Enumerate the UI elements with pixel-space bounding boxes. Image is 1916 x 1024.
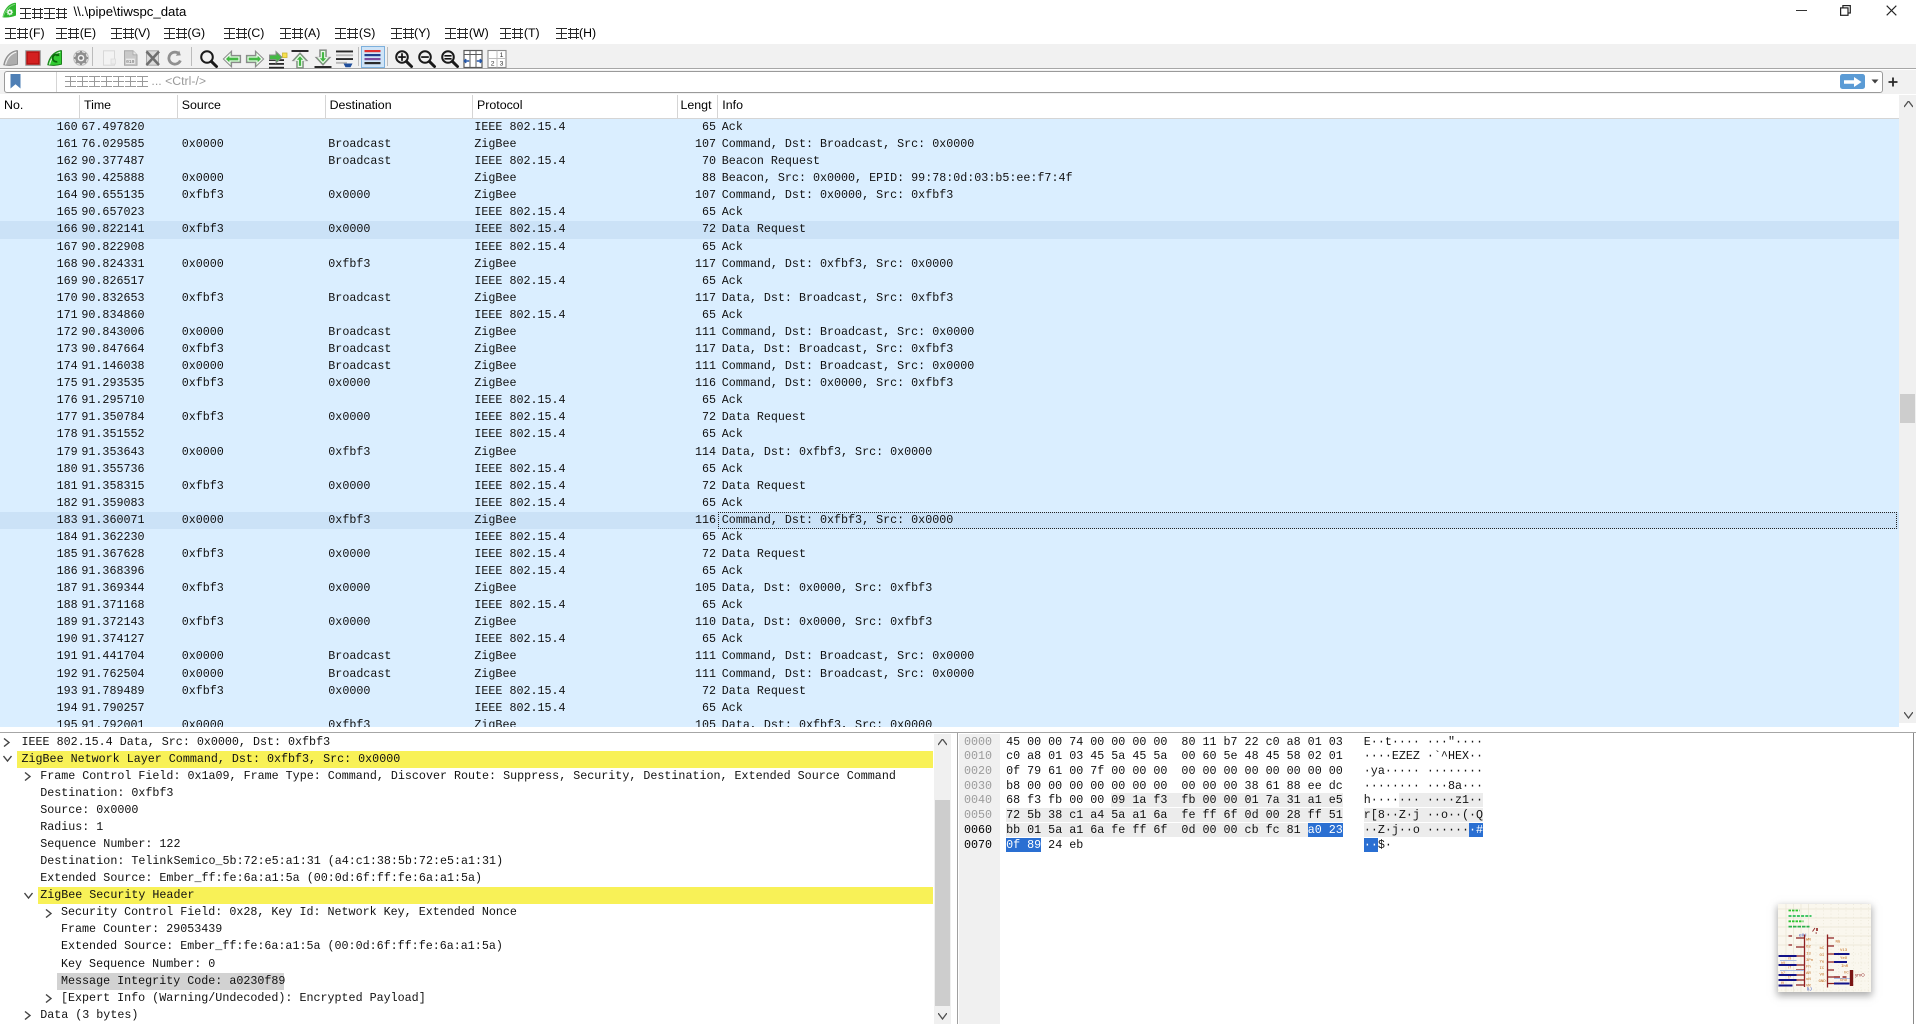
svg-text:1: 1 [499, 52, 503, 59]
svg-text:t9: t9 [1781, 981, 1784, 985]
svg-text:yrvO: yrvO [1855, 973, 1865, 978]
svg-text:r9: r9 [1788, 957, 1791, 961]
svg-text:GND: GND [1819, 980, 1827, 984]
svg-text:IC: IC [1820, 967, 1825, 971]
svg-text:NG: NG [1836, 941, 1841, 945]
svg-text:WN: WN [1806, 939, 1811, 943]
svg-text:3: 3 [499, 61, 503, 68]
svg-text:2: 2 [490, 61, 494, 68]
svg-text:010: 010 [126, 59, 135, 65]
svg-text:h7: h7 [1781, 971, 1785, 975]
svg-text:oN: oN [1806, 978, 1811, 982]
svg-text:OhO: OhO [1840, 978, 1848, 983]
svg-text:IhR: IhR [1841, 964, 1849, 969]
svg-text:Fh: Fh [1806, 965, 1811, 970]
svg-text:V13: V13 [1840, 949, 1848, 953]
svg-text:VO: VO [1820, 974, 1825, 978]
svg-text:OI: OI [1820, 954, 1825, 958]
svg-text:bC: bC [1820, 946, 1825, 951]
svg-text:hC: hC [1844, 971, 1849, 976]
svg-text:t7: t7 [1788, 976, 1791, 980]
svg-text:AR: AR [1806, 972, 1811, 976]
svg-text:I3: I3 [1806, 953, 1811, 957]
svg-text:3Pn: 3Pn [1806, 959, 1814, 963]
svg-text:VR: VR [1806, 985, 1811, 989]
svg-text:Ye: Ye [1820, 961, 1825, 965]
svg-text:YeO: YeO [1840, 957, 1848, 961]
svg-text:h9: h9 [1781, 961, 1785, 965]
svg-text:O2: O2 [1806, 946, 1811, 950]
svg-text:r7: r7 [1788, 966, 1791, 970]
